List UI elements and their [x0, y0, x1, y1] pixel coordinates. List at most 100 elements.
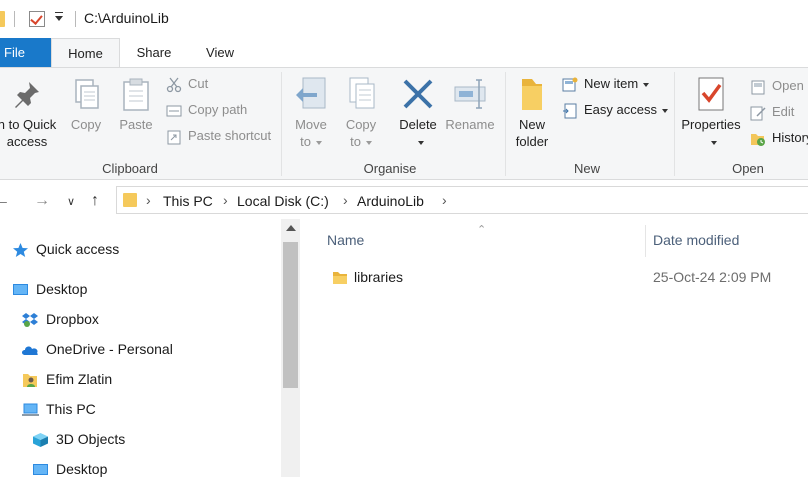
- breadcrumb-chevron-icon[interactable]: ›: [442, 192, 447, 208]
- clipboard-group-label: Clipboard: [102, 161, 158, 176]
- history-button[interactable]: History: [750, 128, 808, 150]
- nav-item-quick-access[interactable]: Quick access: [12, 237, 119, 261]
- nav-item-onedrive[interactable]: OneDrive - Personal: [20, 337, 173, 361]
- copy-path-button[interactable]: Copy path: [166, 100, 247, 122]
- star-icon: [12, 241, 29, 257]
- properties-label: Properties: [681, 117, 741, 132]
- quick-access-dropdown-icon[interactable]: [55, 12, 63, 21]
- nav-item-dropbox[interactable]: Dropbox: [22, 307, 99, 331]
- window-title: C:\ArduinoLib: [84, 10, 169, 26]
- move-to-label-line1: Move: [295, 117, 327, 132]
- copy-path-icon: [166, 103, 182, 119]
- new-folder-label-line1: New: [518, 117, 545, 132]
- dropbox-icon: [22, 311, 39, 327]
- open-button[interactable]: Open: [750, 76, 804, 98]
- column-divider[interactable]: [645, 225, 646, 257]
- cut-label: Cut: [188, 76, 209, 91]
- delete-x-icon: [400, 76, 436, 112]
- new-folder-label-line2: folder: [515, 134, 549, 149]
- nav-item-label: 3D Objects: [56, 431, 126, 447]
- new-folder-button[interactable]: New folder: [510, 76, 554, 150]
- move-to-label-line2: to: [289, 133, 333, 150]
- user-folder-icon: [22, 371, 39, 387]
- column-header-date-modified[interactable]: Date modified: [653, 232, 739, 248]
- open-icon: [750, 79, 766, 95]
- paste-label: Paste: [119, 117, 153, 132]
- file-row[interactable]: libraries 25-Oct-24 2:09 PM: [325, 265, 808, 291]
- group-divider: [674, 72, 675, 176]
- properties-button[interactable]: Properties: [678, 76, 744, 150]
- properties-dropdown-icon[interactable]: [678, 133, 744, 150]
- history-icon: [750, 131, 766, 147]
- back-arrow-icon[interactable]: ←: [0, 192, 10, 210]
- paste-shortcut-button[interactable]: Paste shortcut: [166, 126, 271, 148]
- file-name: libraries: [354, 269, 404, 285]
- nav-item-label: Quick access: [36, 241, 120, 257]
- nav-item-label: This PC: [46, 401, 96, 417]
- easy-access-button[interactable]: Easy access: [562, 100, 668, 122]
- rename-button[interactable]: Rename: [445, 76, 495, 133]
- easy-access-label: Easy access: [584, 102, 657, 117]
- folder-icon: [333, 270, 347, 285]
- tab-home[interactable]: Home: [51, 38, 120, 68]
- pin-label-line2: access: [6, 134, 48, 149]
- breadcrumb-local-disk[interactable]: Local Disk (C:): [237, 193, 329, 209]
- address-bar[interactable]: › This PC › Local Disk (C:) › ArduinoLib…: [116, 186, 808, 214]
- folder-icon: [123, 193, 137, 207]
- nav-item-label: Desktop: [36, 281, 88, 297]
- tab-share[interactable]: Share: [124, 38, 184, 67]
- group-divider: [281, 72, 282, 176]
- tab-file[interactable]: File: [0, 38, 51, 67]
- breadcrumb-chevron-icon[interactable]: ›: [223, 192, 228, 208]
- paste-button[interactable]: Paste: [114, 76, 158, 133]
- title-bar: C:\ArduinoLib: [0, 0, 808, 38]
- edit-label: Edit: [772, 104, 795, 119]
- navigation-pane: Quick access Desktop Dropbox OneDrive - …: [0, 219, 281, 477]
- copy-to-button[interactable]: Copy to: [339, 76, 383, 150]
- clipboard-icon: [118, 76, 154, 112]
- cloud-icon: [20, 341, 40, 357]
- up-arrow-icon[interactable]: ↑: [91, 192, 99, 210]
- column-header-name[interactable]: Name: [327, 232, 364, 248]
- pin-icon: [9, 76, 45, 112]
- breadcrumb-this-pc[interactable]: This PC: [163, 193, 213, 209]
- tab-view[interactable]: View: [190, 38, 250, 67]
- paste-shortcut-icon: [166, 129, 182, 145]
- cut-button[interactable]: Cut: [166, 74, 208, 96]
- breadcrumb-chevron-icon[interactable]: ›: [146, 192, 151, 208]
- nav-item-desktop-pc[interactable]: Desktop: [32, 457, 107, 477]
- desktop-icon: [12, 281, 29, 297]
- nav-item-desktop[interactable]: Desktop: [12, 277, 87, 301]
- scroll-up-arrow-icon[interactable]: [286, 225, 296, 231]
- move-to-button[interactable]: Move to: [289, 76, 333, 150]
- forward-arrow-icon[interactable]: →: [34, 192, 50, 210]
- copy-icon: [68, 76, 104, 112]
- breadcrumb-chevron-icon[interactable]: ›: [343, 192, 348, 208]
- ribbon-panel: n to Quick access Copy Paste Cut Copy pa…: [0, 67, 808, 180]
- scrollbar-thumb[interactable]: [283, 242, 298, 388]
- pin-to-quick-access-button[interactable]: n to Quick access: [0, 76, 62, 150]
- file-date-modified: 25-Oct-24 2:09 PM: [653, 269, 772, 285]
- navigation-pane-scrollbar[interactable]: [281, 219, 300, 477]
- nav-item-efim-zlatin[interactable]: Efim Zlatin: [22, 367, 112, 391]
- toolbar-separator: [14, 11, 15, 27]
- nav-item-label: Efim Zlatin: [46, 371, 113, 387]
- edit-icon: [750, 105, 766, 121]
- properties-checkmark-icon[interactable]: [29, 11, 45, 27]
- edit-button[interactable]: Edit: [750, 102, 794, 124]
- recent-locations-chevron-icon[interactable]: ∨: [67, 195, 75, 208]
- delete-button[interactable]: Delete: [395, 76, 441, 150]
- new-item-button[interactable]: New item: [562, 74, 650, 96]
- nav-item-this-pc[interactable]: This PC: [22, 397, 96, 421]
- delete-label: Delete: [399, 117, 437, 132]
- copy-label: Copy: [70, 117, 102, 132]
- folder-icon[interactable]: [0, 11, 5, 27]
- delete-dropdown-icon[interactable]: [395, 133, 441, 150]
- nav-item-label: Desktop: [56, 461, 108, 477]
- copy-button[interactable]: Copy: [64, 76, 108, 133]
- nav-item-3d-objects[interactable]: 3D Objects: [32, 427, 125, 451]
- move-to-icon: [293, 76, 329, 112]
- rename-label: Rename: [445, 117, 495, 132]
- ribbon-tabs: File Home Share View: [0, 38, 808, 68]
- breadcrumb-arduinolib[interactable]: ArduinoLib: [357, 193, 424, 209]
